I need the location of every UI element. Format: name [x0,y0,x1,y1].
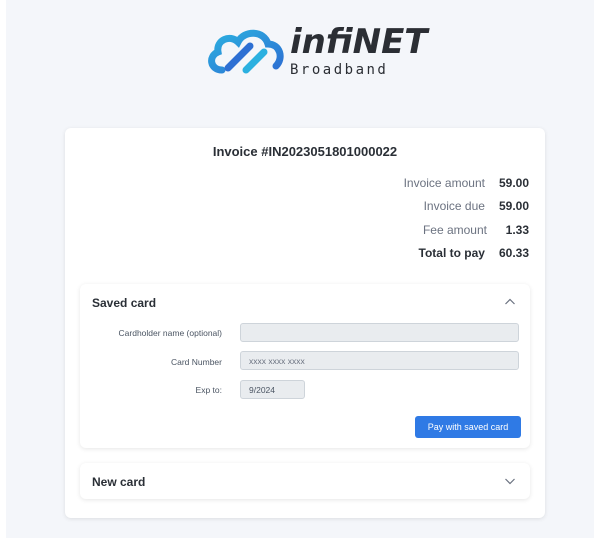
cardholder-name-label: Cardholder name (optional) [118,328,222,338]
invoice-due-label: Invoice due [423,199,485,213]
brand-logo: infiNET Broadband [206,22,428,82]
fee-amount-value: 1.33 [505,223,529,237]
brand-subtitle: Broadband [290,62,389,78]
chevron-up-icon[interactable] [504,296,516,308]
saved-card-panel: Saved card Cardholder name (optional) Ca… [80,284,530,448]
pay-with-saved-card-button[interactable]: Pay with saved card [415,416,521,438]
fee-amount-row: Fee amount 1.33 [423,222,529,238]
invoice-amount-value: 59.00 [498,176,529,190]
card-number-field[interactable]: xxxx xxxx xxxx [240,351,519,370]
new-card-panel[interactable]: New card [80,463,530,499]
brand-name: infiNET [290,22,428,62]
total-to-pay-value: 60.33 [498,246,529,260]
invoice-amount-label: Invoice amount [403,176,485,190]
cloud-logo-icon [208,29,284,74]
total-to-pay-row: Total to pay 60.33 [419,245,529,261]
invoice-card: Invoice #IN2023051801000022 Invoice amou… [65,128,545,518]
exp-to-field[interactable]: 9/2024 [240,380,305,399]
exp-to-label: Exp to: [195,385,222,395]
chevron-down-icon[interactable] [504,475,516,487]
new-card-header[interactable]: New card [92,475,145,489]
invoice-due-value: 59.00 [498,199,529,213]
cardholder-name-field[interactable] [240,323,519,342]
payment-page: infiNET Broadband Invoice #IN20230518010… [6,0,594,538]
invoice-amount-row: Invoice amount 59.00 [404,175,529,191]
invoice-title: Invoice #IN2023051801000022 [212,144,398,159]
saved-card-header[interactable]: Saved card [92,296,156,310]
card-number-label: Card Number [170,357,222,367]
fee-amount-label: Fee amount [422,223,487,237]
invoice-due-row: Invoice due 59.00 [424,198,529,214]
total-to-pay-label: Total to pay [418,246,485,260]
